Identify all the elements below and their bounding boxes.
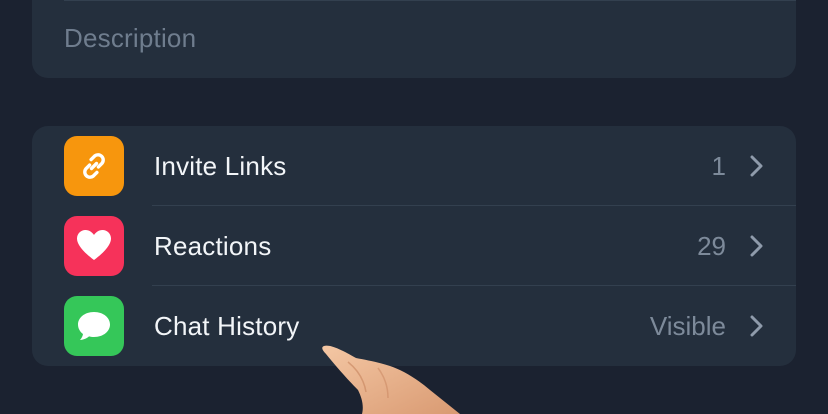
reactions-count: 29 (697, 231, 726, 261)
chat-history-label: Chat History (154, 311, 300, 341)
reactions-label: Reactions (154, 231, 272, 261)
invite-links-row[interactable]: Invite Links 1 (32, 126, 796, 206)
channel-info-card: Description (32, 0, 796, 78)
description-field[interactable]: Description (64, 23, 196, 54)
invite-links-label: Invite Links (154, 151, 287, 181)
pointing-hand-icon (322, 345, 460, 414)
field-divider (64, 0, 796, 1)
settings-list: Invite Links 1 Reactions 29 Chat History… (32, 126, 796, 366)
invite-links-count: 1 (711, 151, 726, 181)
chat-history-status: Visible (649, 311, 726, 341)
chat-bubble-icon (64, 296, 124, 356)
chevron-right-icon (750, 315, 763, 337)
chevron-right-icon (750, 155, 763, 177)
link-icon (64, 136, 124, 196)
reactions-row[interactable]: Reactions 29 (32, 206, 796, 286)
heart-icon (64, 216, 124, 276)
chevron-right-icon (750, 235, 763, 257)
